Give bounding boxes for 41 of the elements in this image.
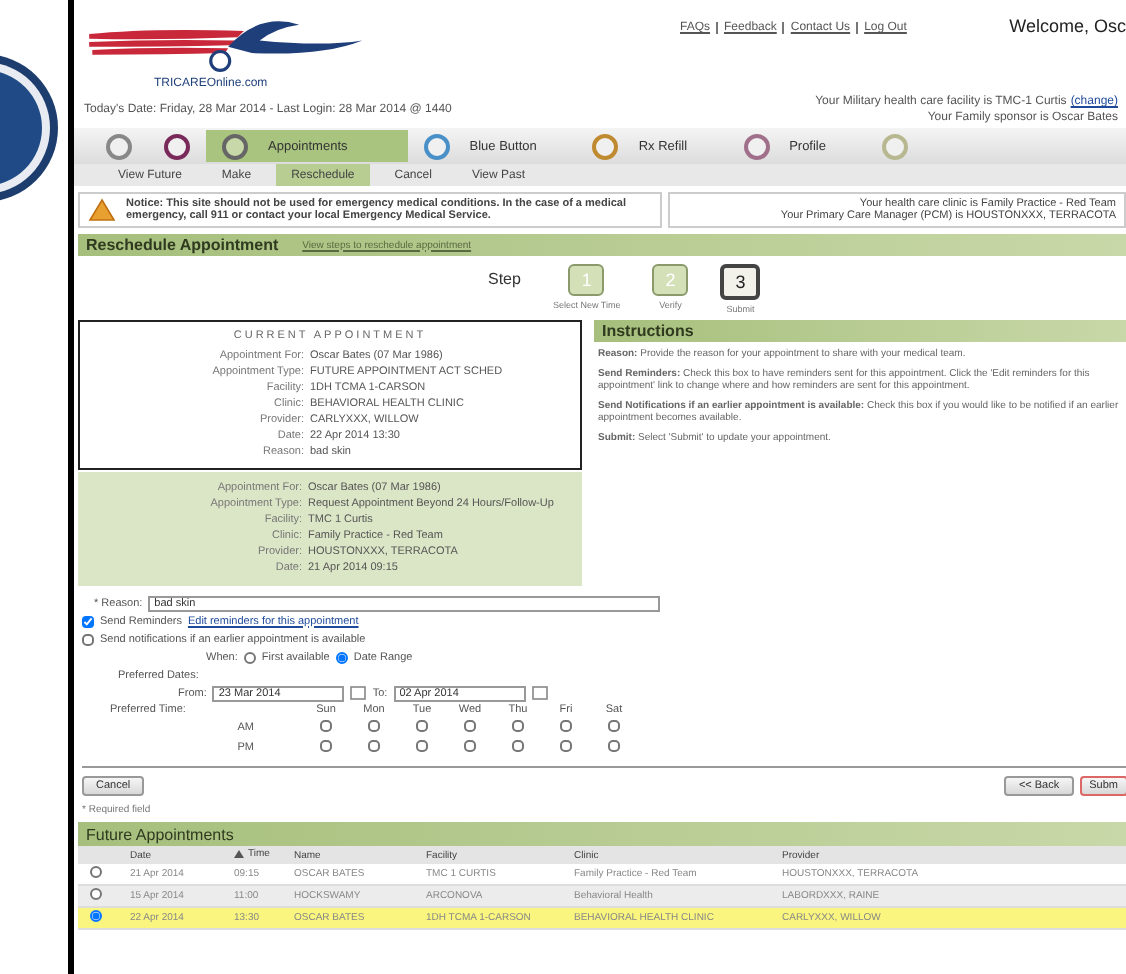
nav-icon <box>743 133 770 159</box>
checkbox[interactable] <box>560 740 572 752</box>
checkbox[interactable] <box>416 720 428 732</box>
checkbox[interactable] <box>82 633 94 645</box>
nav-icon <box>222 133 248 159</box>
nav-icon <box>106 133 132 159</box>
checkbox[interactable] <box>368 740 380 752</box>
checkbox[interactable] <box>608 720 620 732</box>
radio-button[interactable] <box>90 888 102 900</box>
checkbox[interactable] <box>464 740 476 752</box>
nav-icon <box>164 133 190 159</box>
instructions-header: Instructions <box>594 320 1126 342</box>
radio-button[interactable] <box>90 866 102 878</box>
nav-icon <box>882 133 908 159</box>
round-logo-icon <box>0 52 60 204</box>
step-label: Step <box>488 270 521 288</box>
section-header: Future Appointments <box>78 822 1126 846</box>
checkbox[interactable] <box>368 720 380 732</box>
warning-icon <box>88 198 116 222</box>
welcome-text: Welcome, Osc <box>1009 16 1126 36</box>
checkbox[interactable] <box>560 720 572 732</box>
checkbox[interactable] <box>320 740 332 752</box>
checkbox[interactable] <box>512 740 524 752</box>
checkbox[interactable] <box>512 720 524 732</box>
step-number: 3 <box>720 264 761 300</box>
calendar-icon <box>350 686 367 700</box>
checkbox[interactable] <box>464 720 476 732</box>
checkbox[interactable] <box>320 720 332 732</box>
nav-icon <box>423 133 450 159</box>
checkbox[interactable] <box>416 740 428 752</box>
nav-icon <box>592 133 619 159</box>
checkbox[interactable] <box>608 740 620 752</box>
calendar-icon <box>531 686 548 700</box>
radio-button[interactable] <box>90 910 102 922</box>
step-number: 1 <box>568 264 605 296</box>
radio-button[interactable] <box>335 651 348 663</box>
sort-icon <box>234 850 244 858</box>
section-title: Reschedule Appointment <box>86 236 279 254</box>
step-number: 2 <box>652 264 689 296</box>
radio-button[interactable] <box>243 651 256 663</box>
checkbox[interactable] <box>82 615 94 627</box>
